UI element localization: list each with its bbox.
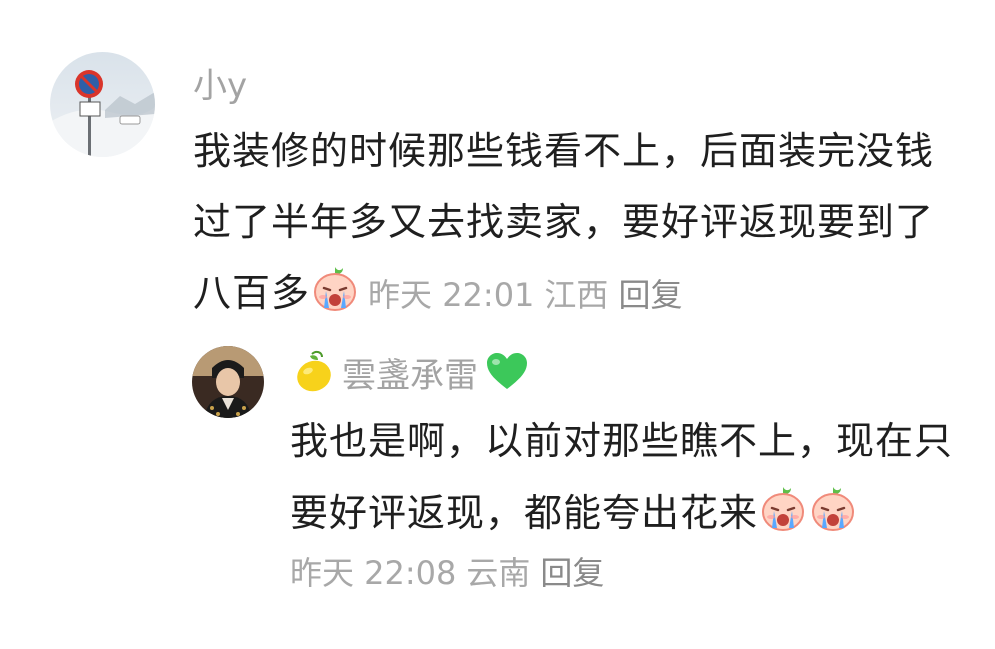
crying-face-emoji <box>762 487 805 531</box>
comment-meta: 昨天 22:01 江西 回复 <box>368 276 692 314</box>
reply-button[interactable]: 回复 <box>540 554 604 592</box>
comment-location: 江西 <box>544 276 609 314</box>
crying-face-emoji <box>314 267 357 311</box>
lemon-icon <box>297 350 331 392</box>
reply-location: 云南 <box>466 554 531 592</box>
user-avatar[interactable] <box>192 346 264 418</box>
username-label: 小y <box>193 65 248 106</box>
snowy-road-sign-avatar <box>50 52 155 157</box>
reply-meta: 昨天 22:08 云南 回复 <box>290 550 614 596</box>
reply-time: 昨天 22:08 <box>290 554 457 592</box>
reply-text: 我也是啊，以前对那些瞧不上，现在只要好评返现，都能夸出花来 <box>290 405 980 549</box>
username-label: 雲盞承雷 <box>342 355 478 396</box>
reply-username[interactable]: 雲盞承雷 <box>290 344 530 400</box>
comment-username[interactable]: 小y <box>193 58 247 106</box>
comment-text: 我装修的时候那些钱看不上，后面装完没钱过了半年多又去找卖家，要好评返现要到了八百… <box>193 116 963 331</box>
user-avatar[interactable] <box>50 52 155 157</box>
reply-button[interactable]: 回复 <box>618 276 682 314</box>
crying-face-emoji <box>812 487 855 531</box>
comment-time: 昨天 22:01 <box>368 276 535 314</box>
green-heart-icon <box>487 353 527 389</box>
person-avatar <box>192 346 264 418</box>
